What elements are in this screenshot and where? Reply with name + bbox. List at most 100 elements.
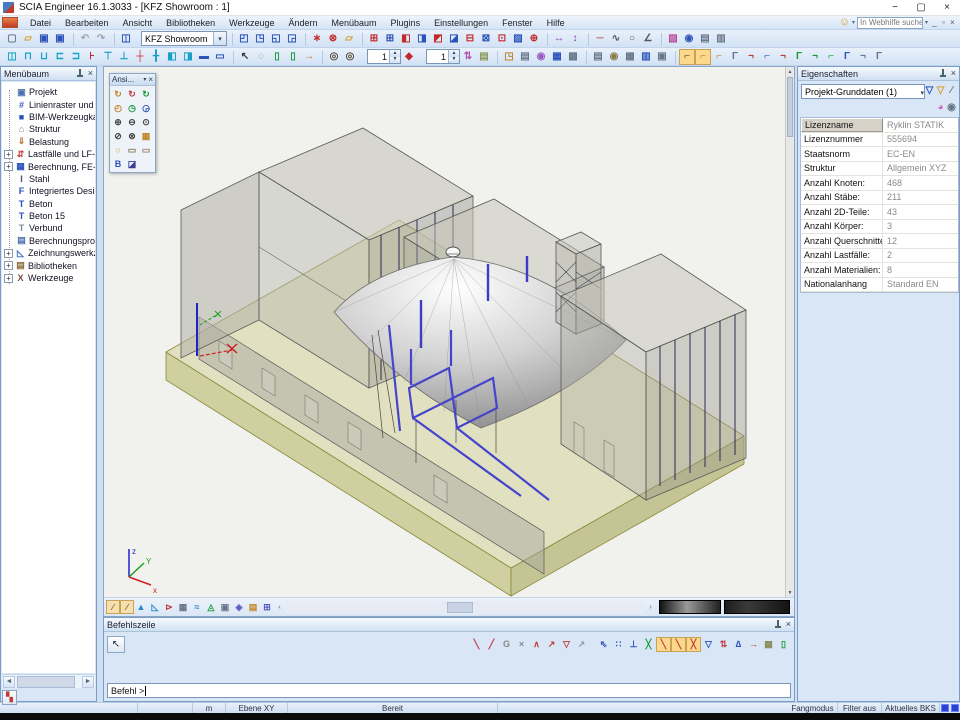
stretch-icon[interactable]: ↕ bbox=[567, 31, 583, 47]
property-row[interactable]: Lizenzname Ryklin STATIK bbox=[801, 118, 958, 133]
menu-item[interactable]: Menübaum bbox=[325, 16, 384, 30]
rib-icon[interactable]: ⊤ bbox=[100, 49, 116, 65]
snap-arrow-icon[interactable]: ↗ bbox=[544, 637, 559, 652]
tree-item-lastfaelle[interactable]: ⇵ Lastfälle und LF-Kombination bbox=[2, 148, 95, 160]
menu-item[interactable]: Ansicht bbox=[116, 16, 160, 30]
property-value[interactable]: 2 bbox=[883, 249, 958, 263]
move-icon[interactable]: ↔ bbox=[551, 31, 567, 47]
zoom-out-icon[interactable]: ⊖ bbox=[125, 115, 139, 129]
tree-item-berechnungsprotokoll[interactable]: ▤ Berechnungsprotokoll bbox=[2, 235, 95, 247]
property-row[interactable]: Struktur Allgemein XYZ bbox=[801, 162, 958, 177]
expand-icon[interactable] bbox=[4, 274, 13, 283]
property-row[interactable]: Anzahl Knoten: 468 bbox=[801, 176, 958, 191]
paint-icon[interactable]: ▨ bbox=[665, 31, 681, 47]
property-search-icon[interactable]: ◉ bbox=[946, 101, 957, 115]
rotate-x-icon[interactable]: ↻ bbox=[111, 87, 125, 101]
select-lasso-icon[interactable]: ◌ bbox=[253, 49, 269, 65]
viewport-3d-scene[interactable]: z Y x bbox=[104, 67, 795, 617]
property-label[interactable]: Struktur bbox=[801, 162, 883, 176]
corner-cut-icon[interactable]: ◩ bbox=[430, 31, 446, 47]
property-row[interactable]: Anzahl Stäbe: 211 bbox=[801, 191, 958, 206]
circle-icon[interactable]: ○ bbox=[624, 31, 640, 47]
menubaum-toggle-button[interactable] bbox=[2, 690, 17, 705]
snap-delta-icon[interactable]: ∆ bbox=[731, 637, 746, 652]
tree-item-belastung[interactable]: ⇓ Belastung bbox=[2, 136, 95, 148]
storey-tool-8-icon[interactable]: Γ bbox=[791, 49, 807, 65]
pin-icon[interactable] bbox=[774, 620, 782, 629]
property-value[interactable]: 3 bbox=[883, 220, 958, 234]
cross-link-icon[interactable]: ┼ bbox=[132, 49, 148, 65]
snap-tri-icon[interactable]: ▽ bbox=[701, 637, 716, 652]
print-icon[interactable]: ▤ bbox=[590, 49, 606, 65]
paste-window-icon[interactable]: ◳ bbox=[252, 31, 268, 47]
status-cell[interactable]: Fangmodus bbox=[788, 703, 838, 713]
minimize-button[interactable]: − bbox=[882, 1, 908, 15]
property-label[interactable]: Lizenznummer bbox=[801, 133, 883, 147]
storey-tool-6-icon[interactable]: ⌐ bbox=[759, 49, 775, 65]
close-button[interactable]: × bbox=[934, 1, 960, 15]
results-table-icon[interactable]: ▥ bbox=[638, 49, 654, 65]
mdi-minimize-icon[interactable]: _ bbox=[930, 18, 939, 27]
property-label[interactable]: Anzahl Lastfälle: bbox=[801, 249, 883, 263]
storey-tool-4-icon[interactable]: Γ bbox=[727, 49, 743, 65]
beam-icon[interactable]: ◫ bbox=[4, 49, 20, 65]
mesh-view-icon[interactable]: ▦ bbox=[176, 600, 190, 614]
property-label[interactable]: Anzahl Knoten: bbox=[801, 176, 883, 190]
grid-view-icon[interactable]: ⊞ bbox=[260, 600, 274, 614]
spinner-arrows-icon[interactable]: ▲▼ bbox=[389, 50, 400, 63]
property-row[interactable]: Lizenznummer 555694 bbox=[801, 133, 958, 148]
frame-icon[interactable]: ╂ bbox=[148, 49, 164, 65]
search-next-icon[interactable]: ◎ bbox=[342, 49, 358, 65]
property-value[interactable]: Standard EN bbox=[883, 278, 958, 292]
tree-item-linienraster[interactable]: # Linienraster und Geschosse bbox=[2, 98, 95, 110]
clean-model-icon[interactable]: ⊗ bbox=[325, 31, 341, 47]
corner-fill-icon[interactable]: ◪ bbox=[446, 31, 462, 47]
property-row[interactable]: Anzahl 2D-Teile: 43 bbox=[801, 205, 958, 220]
filter-flash-icon[interactable]: ▽ bbox=[935, 84, 946, 98]
undo-icon[interactable]: ↶ bbox=[77, 31, 93, 47]
table-icon[interactable]: ▤ bbox=[517, 49, 533, 65]
menu-item[interactable]: Hilfe bbox=[540, 16, 572, 30]
activity-spinner[interactable]: 1 ▲▼ bbox=[367, 49, 401, 64]
cross-node-icon[interactable]: ⊠ bbox=[478, 31, 494, 47]
gallery-icon[interactable]: ◉ bbox=[533, 49, 549, 65]
dot-grid-snap-icon[interactable]: ∷ bbox=[611, 637, 626, 652]
tile-windows-icon[interactable]: ◲ bbox=[284, 31, 300, 47]
close-icon[interactable] bbox=[951, 69, 956, 78]
snap-mesh-icon[interactable]: ▦ bbox=[761, 637, 776, 652]
zoom-all-icon[interactable]: ⊘ bbox=[111, 129, 125, 143]
command-input[interactable]: Befehl > bbox=[107, 683, 791, 698]
snap-off-icon[interactable]: × bbox=[514, 637, 529, 652]
menu-item[interactable]: Werkzeuge bbox=[222, 16, 281, 30]
document-grid-icon[interactable]: ▩ bbox=[565, 49, 581, 65]
clip-front-icon[interactable]: ▭ bbox=[125, 143, 139, 157]
viewport-vertical-scrollbar[interactable] bbox=[785, 67, 794, 597]
plate-icon[interactable]: ⊔ bbox=[36, 49, 52, 65]
panel-left-icon[interactable]: ◧ bbox=[164, 49, 180, 65]
menu-item[interactable]: Datei bbox=[23, 16, 58, 30]
property-group-selector[interactable]: Projekt-Grunddaten (1) bbox=[801, 84, 925, 99]
property-label[interactable]: Nationalanhang bbox=[801, 278, 883, 292]
snap-grid-g-icon[interactable]: G bbox=[499, 637, 514, 652]
tree-item-stahl[interactable]: I Stahl bbox=[2, 173, 95, 185]
remove-node-icon[interactable]: ⊟ bbox=[462, 31, 478, 47]
zoom-doc-icon[interactable]: ◉ bbox=[681, 31, 697, 47]
tree-item-bibliotheken[interactable]: ▤ Bibliotheken bbox=[2, 259, 95, 271]
close-icon[interactable] bbox=[148, 75, 153, 84]
layer-view-icon[interactable]: ▤ bbox=[476, 49, 492, 65]
menu-item[interactable]: Plugins bbox=[384, 16, 428, 30]
storey-tool-3-icon[interactable]: ⌐ bbox=[711, 49, 727, 65]
storey-tool-7-icon[interactable]: ¬ bbox=[775, 49, 791, 65]
property-row[interactable]: Anzahl Querschnitte: 12 bbox=[801, 234, 958, 249]
add-node-icon[interactable]: ⊕ bbox=[526, 31, 542, 47]
edit-pencil-icon[interactable]: ∕ bbox=[946, 84, 957, 98]
curve-icon[interactable]: ∿ bbox=[608, 31, 624, 47]
hatch-tool-icon[interactable]: ▨ bbox=[510, 31, 526, 47]
expand-icon[interactable] bbox=[4, 261, 13, 270]
render-toggle-icon[interactable]: ∕ bbox=[120, 600, 134, 614]
rotate-y-icon[interactable]: ↻ bbox=[125, 87, 139, 101]
tree-item-bim-werkzeugkasten[interactable]: ■ BIM-Werkzeugkasten bbox=[2, 111, 95, 123]
layer-filter-icon[interactable]: ⇅ bbox=[460, 49, 476, 65]
scrollbar-thumb[interactable] bbox=[787, 77, 793, 137]
zoom-mesh-icon[interactable]: ▦ bbox=[139, 129, 153, 143]
